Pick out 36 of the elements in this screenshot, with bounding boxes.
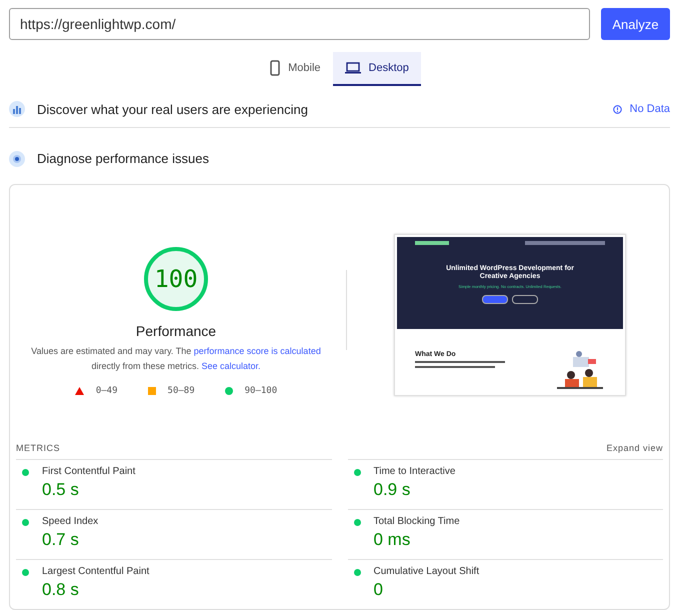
metric-name: Speed Index	[42, 516, 100, 527]
metrics-heading: METRICS	[16, 443, 60, 453]
metric-value: 0	[374, 580, 384, 600]
metric-value: 0.7 s	[42, 530, 80, 550]
metric-value: 0 ms	[374, 530, 412, 550]
expand-view-link[interactable]: Expand view	[606, 443, 663, 453]
legend-label: 90–100	[244, 386, 278, 396]
score-note: Values are estimated and may vary. The performance score is calculated directly from these metrics. See calculator.	[31, 344, 321, 373]
metric-name: Largest Contentful Paint	[42, 566, 150, 577]
legend-label: 0–49	[96, 386, 118, 396]
analyze-button[interactable]: Analyze	[601, 8, 670, 40]
metric-name: First Contentful Paint	[42, 466, 136, 477]
score-value: 100	[154, 264, 198, 292]
metric-value: 0.5 s	[42, 480, 80, 500]
no-data-label: No Data	[630, 103, 670, 116]
logo-bar	[415, 241, 449, 245]
metric-value: 0.9 s	[374, 480, 412, 500]
metric-value: 0.8 s	[42, 580, 80, 600]
info-icon	[612, 104, 622, 114]
device-tab[interactable]: Mobile	[258, 52, 333, 86]
device-tab[interactable]: Desktop	[332, 52, 421, 86]
section-title: Diagnose performance issues	[37, 151, 210, 166]
score-link[interactable]: performance score is calculated	[194, 346, 321, 356]
people-at-desk-drawing	[555, 351, 605, 391]
bar-chart-icon	[9, 101, 25, 118]
metric-name: Total Blocking Time	[374, 516, 461, 527]
url-field[interactable]: https://greenlightwp.com/	[9, 8, 590, 40]
performance-label: Performance	[136, 322, 216, 338]
radar-icon	[9, 150, 25, 167]
metric-name: Time to Interactive	[374, 466, 456, 477]
calculator-link[interactable]: See calculator.	[201, 360, 261, 370]
section-title: Discover what your real users are experiencing	[37, 102, 309, 117]
phone-icon	[270, 60, 280, 76]
metric-name: Cumulative Layout Shift	[374, 566, 480, 577]
laptop-icon	[344, 62, 361, 74]
legend-label: 50–89	[168, 386, 195, 396]
